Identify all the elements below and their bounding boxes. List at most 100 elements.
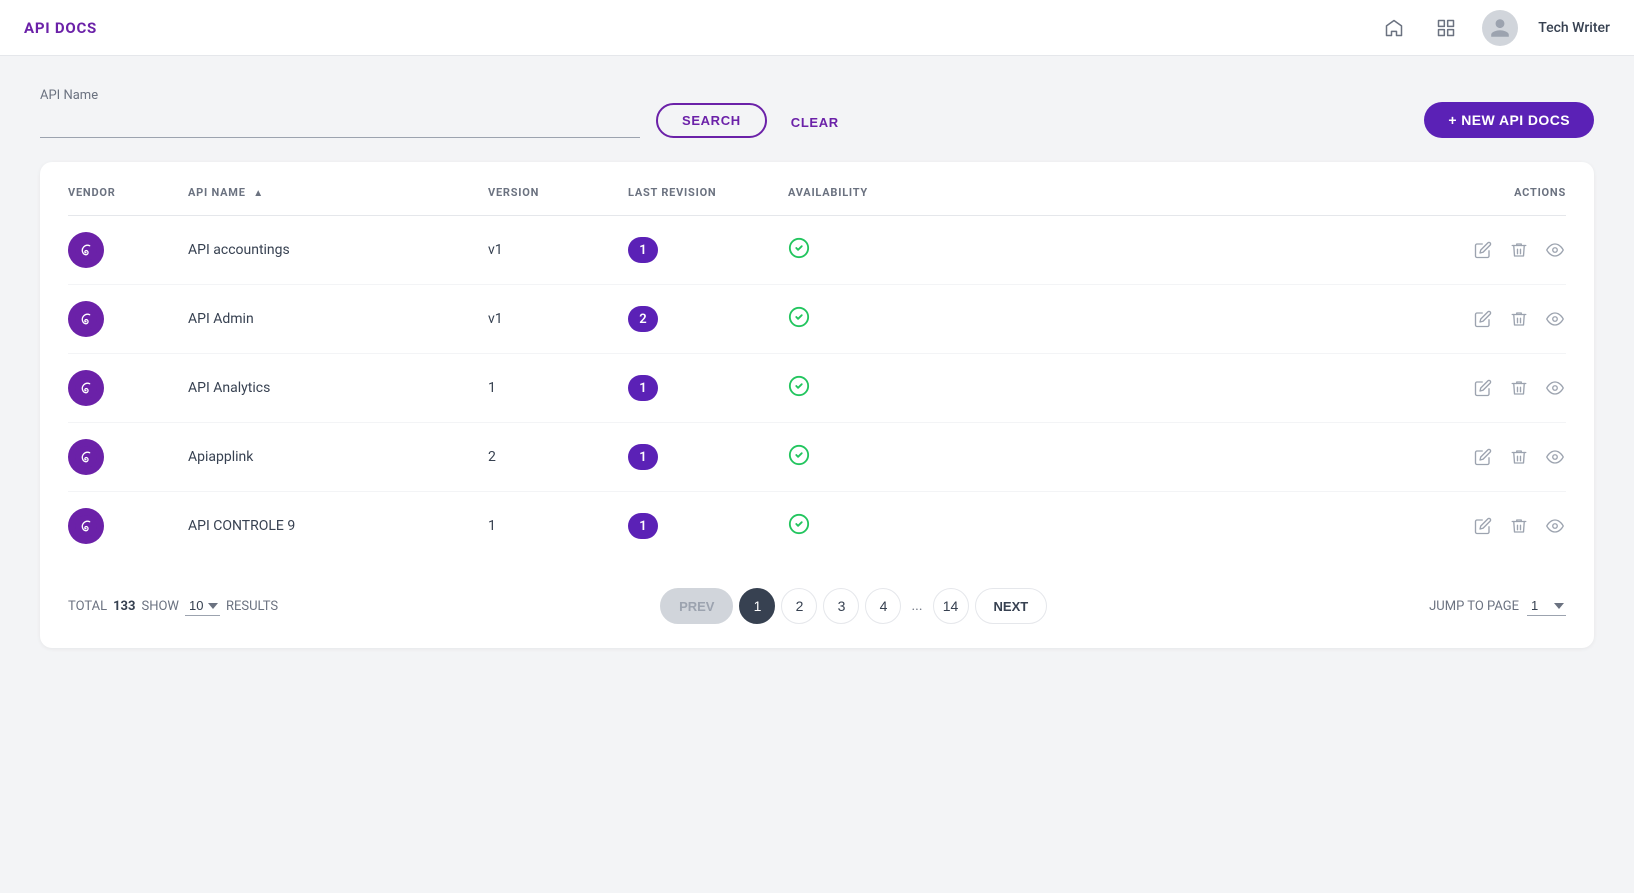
pagination-bar: TOTAL 133 SHOW 10 20 50 RESULTS PREV 1 2… (68, 588, 1566, 624)
delete-button[interactable] (1508, 515, 1530, 537)
nav-icons: Tech Writer (1378, 10, 1610, 46)
page-3-button[interactable]: 3 (823, 588, 859, 624)
table-row: API accountings v1 1 (68, 216, 1566, 285)
view-button[interactable] (1544, 446, 1566, 468)
top-nav: API DOCS Tech Writer (0, 0, 1634, 56)
avatar (1482, 10, 1518, 46)
api-table: VENDOR API NAME ▲ VERSION LAST REVISION … (68, 186, 1566, 560)
revision-badge: 1 (628, 513, 658, 539)
clear-button[interactable]: CLEAR (783, 107, 847, 138)
action-icons (948, 308, 1566, 330)
trash-icon (1510, 310, 1528, 328)
availability-icon (788, 516, 810, 540)
new-api-docs-button[interactable]: + NEW API DOCS (1424, 102, 1594, 138)
page-1-button[interactable]: 1 (739, 588, 775, 624)
check-circle-icon (788, 513, 810, 535)
edit-icon (1474, 241, 1492, 259)
page-last-button[interactable]: 14 (933, 588, 969, 624)
col-revision-header: LAST REVISION (628, 186, 788, 216)
availability-icon (788, 378, 810, 402)
table-header: VENDOR API NAME ▲ VERSION LAST REVISION … (68, 186, 1566, 216)
delete-button[interactable] (1508, 377, 1530, 399)
view-button[interactable] (1544, 308, 1566, 330)
edit-button[interactable] (1472, 377, 1494, 399)
availability-cell (788, 423, 948, 492)
revision-cell: 1 (628, 216, 788, 285)
col-name-header[interactable]: API NAME ▲ (188, 186, 488, 216)
vendor-logo (68, 232, 104, 268)
action-icons (948, 239, 1566, 261)
revision-badge: 1 (628, 444, 658, 470)
show-label: SHOW (141, 599, 178, 614)
version-cell: v1 (488, 216, 628, 285)
home-button[interactable] (1378, 12, 1410, 44)
edit-button[interactable] (1472, 515, 1494, 537)
jump-select[interactable]: 1 2 3 4 5 6 7 8 9 10 11 12 13 14 (1527, 596, 1566, 616)
edit-button[interactable] (1472, 308, 1494, 330)
eye-icon (1546, 517, 1564, 535)
next-button[interactable]: NEXT (975, 588, 1048, 624)
action-icons (948, 515, 1566, 537)
version-cell: 1 (488, 354, 628, 423)
search-label: API Name (40, 88, 640, 103)
version-cell: 1 (488, 492, 628, 561)
delete-button[interactable] (1508, 446, 1530, 468)
table-row: Apiapplink 2 1 (68, 423, 1566, 492)
edit-icon (1474, 310, 1492, 328)
vendor-logo (68, 439, 104, 475)
search-button[interactable]: SEARCH (656, 103, 767, 138)
api-name-cell: API accountings (188, 216, 488, 285)
view-button[interactable] (1544, 515, 1566, 537)
revision-cell: 2 (628, 285, 788, 354)
delete-button[interactable] (1508, 308, 1530, 330)
vendor-cell (68, 423, 188, 492)
vendor-logo (68, 370, 104, 406)
availability-icon (788, 309, 810, 333)
availability-cell (788, 216, 948, 285)
vendor-swirl-icon (75, 446, 97, 468)
total-count: 133 (113, 599, 135, 614)
edit-icon (1474, 379, 1492, 397)
view-button[interactable] (1544, 239, 1566, 261)
vendor-logo (68, 301, 104, 337)
vendor-cell (68, 354, 188, 423)
availability-icon (788, 447, 810, 471)
trash-icon (1510, 379, 1528, 397)
action-icons (948, 377, 1566, 399)
api-name-cell: Apiapplink (188, 423, 488, 492)
pagination-pages: PREV 1 2 3 4 ... 14 NEXT (660, 588, 1047, 624)
page-2-button[interactable]: 2 (781, 588, 817, 624)
table-row: API Admin v1 2 (68, 285, 1566, 354)
show-select[interactable]: 10 20 50 (185, 596, 220, 616)
availability-icon (788, 240, 810, 264)
vendor-swirl-icon (75, 515, 97, 537)
revision-cell: 1 (628, 492, 788, 561)
prev-button[interactable]: PREV (660, 588, 733, 624)
edit-button[interactable] (1472, 239, 1494, 261)
actions-cell (948, 492, 1566, 561)
jump-label: JUMP TO PAGE (1429, 599, 1519, 614)
revision-badge: 2 (628, 306, 658, 332)
eye-icon (1546, 310, 1564, 328)
actions-cell (948, 285, 1566, 354)
action-icons (948, 446, 1566, 468)
results-label: RESULTS (226, 599, 278, 614)
actions-cell (948, 354, 1566, 423)
api-name-cell: API Analytics (188, 354, 488, 423)
view-button[interactable] (1544, 377, 1566, 399)
col-availability-header: AVAILABILITY (788, 186, 948, 216)
col-actions-header: ACTIONS (948, 186, 1566, 216)
vendor-cell (68, 492, 188, 561)
page-4-button[interactable]: 4 (865, 588, 901, 624)
pagination-info: TOTAL 133 SHOW 10 20 50 RESULTS (68, 596, 278, 616)
home-icon (1384, 18, 1404, 38)
check-circle-icon (788, 306, 810, 328)
delete-button[interactable] (1508, 239, 1530, 261)
eye-icon (1546, 448, 1564, 466)
search-input[interactable] (40, 109, 640, 138)
grid-button[interactable] (1430, 12, 1462, 44)
version-cell: v1 (488, 285, 628, 354)
actions-cell (948, 216, 1566, 285)
edit-button[interactable] (1472, 446, 1494, 468)
search-area: API Name SEARCH CLEAR + NEW API DOCS (40, 88, 1594, 138)
